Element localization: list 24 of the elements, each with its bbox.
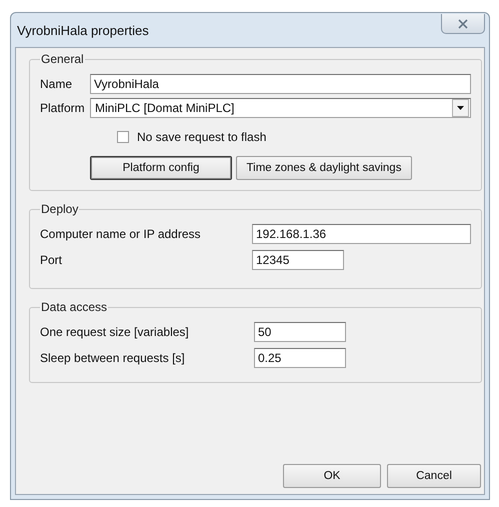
input-field[interactable]: 12345 bbox=[252, 250, 344, 270]
field-label: One request size [variables] bbox=[40, 325, 190, 339]
input-field[interactable]: VyrobniHala bbox=[90, 74, 471, 94]
input-field[interactable]: 0.25 bbox=[254, 348, 346, 368]
window-title: VyrobniHala properties bbox=[16, 22, 149, 38]
field-label: Sleep between requests [s] bbox=[40, 351, 186, 365]
dialog-button[interactable]: Time zones & daylight savings bbox=[236, 156, 412, 180]
close-icon bbox=[458, 18, 468, 28]
platform-dropdown[interactable]: MiniPLC [Domat MiniPLC] bbox=[90, 98, 471, 118]
group-legend: Deploy bbox=[40, 202, 80, 216]
input-field[interactable]: 192.168.1.36 bbox=[252, 224, 471, 244]
close-button[interactable] bbox=[441, 14, 485, 34]
group-legend: Data access bbox=[40, 300, 108, 314]
field-label: Port bbox=[40, 253, 64, 267]
field-label: Platform bbox=[40, 101, 86, 115]
dialog-button[interactable]: OK bbox=[283, 464, 381, 488]
field-label: Name bbox=[40, 77, 74, 91]
field-label: Computer name or IP address bbox=[40, 227, 202, 241]
group-legend: General bbox=[40, 52, 85, 66]
checkbox[interactable] bbox=[117, 131, 129, 143]
dialog-button[interactable]: Cancel bbox=[387, 464, 481, 488]
dialog-button[interactable]: Platform config bbox=[90, 156, 232, 180]
checkbox-label: No save request to flash bbox=[137, 130, 266, 144]
input-field[interactable]: 50 bbox=[254, 322, 346, 342]
